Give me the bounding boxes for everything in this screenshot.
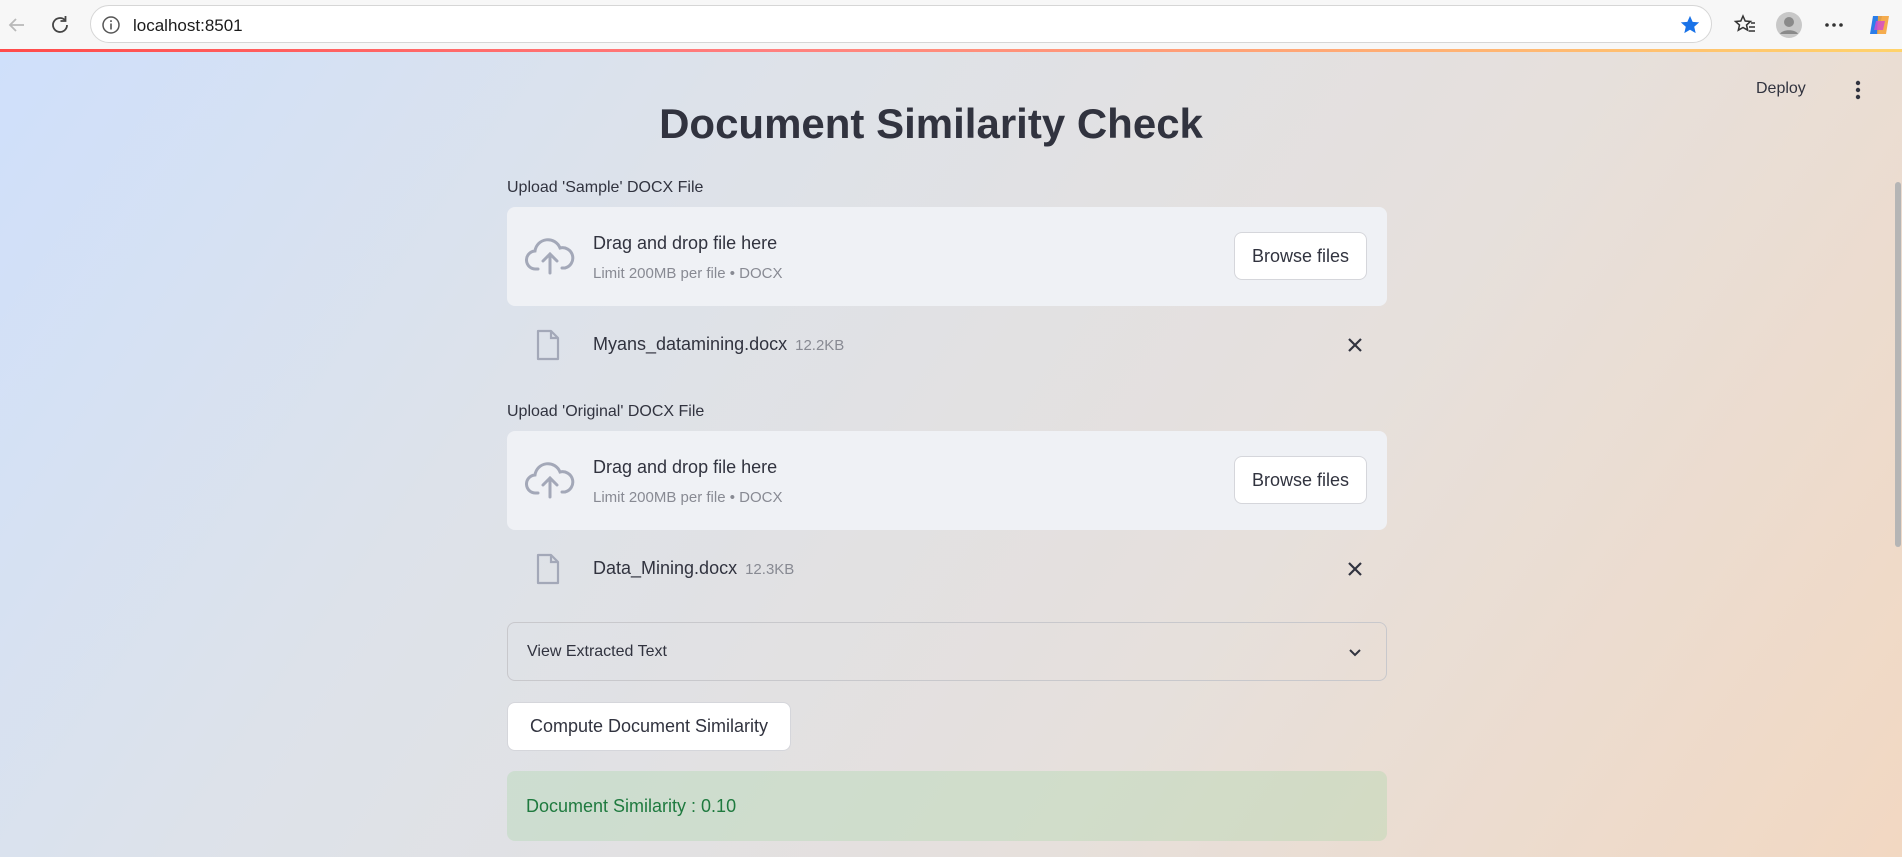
- file-name: Data_Mining.docx: [593, 558, 738, 578]
- original-upload-label: Upload 'Original' DOCX File: [507, 403, 705, 420]
- dropzone-limit: Limit 200MB per file • DOCX: [593, 265, 783, 282]
- profile-icon[interactable]: [1775, 11, 1803, 39]
- cloud-upload-icon: [525, 459, 575, 501]
- scrollbar-thumb[interactable]: [1895, 182, 1901, 547]
- url-text: localhost:8501: [133, 16, 243, 35]
- copilot-icon[interactable]: [1866, 11, 1894, 39]
- dropzone-instructions: Drag and drop file here: [593, 233, 778, 253]
- sample-dropzone[interactable]: Drag and drop file here Limit 200MB per …: [507, 207, 1387, 306]
- main-menu-icon[interactable]: [1848, 78, 1868, 102]
- similarity-result-alert: Document Similarity : 0.10: [507, 771, 1387, 841]
- back-arrow-icon[interactable]: [2, 10, 32, 40]
- file-icon: [535, 329, 561, 361]
- browser-toolbar: localhost:8501: [0, 0, 1902, 51]
- app-view: Deploy Document Similarity Check Upload …: [0, 52, 1902, 857]
- uploaded-file-row: Myans_datamining.docx 12.2KB: [507, 325, 1387, 365]
- file-size: 12.2KB: [795, 337, 845, 354]
- sample-upload-label: Upload 'Sample' DOCX File: [507, 179, 704, 196]
- view-extracted-text-expander[interactable]: View Extracted Text: [507, 622, 1387, 681]
- chevron-down-icon: [1346, 643, 1364, 661]
- cloud-upload-icon: [525, 235, 575, 277]
- close-icon[interactable]: [1345, 559, 1365, 579]
- deploy-button[interactable]: Deploy: [1756, 80, 1806, 98]
- uploaded-file-row: Data_Mining.docx 12.3KB: [507, 549, 1387, 589]
- original-dropzone[interactable]: Drag and drop file here Limit 200MB per …: [507, 431, 1387, 530]
- browse-files-button[interactable]: Browse files: [1234, 456, 1367, 504]
- file-name: Myans_datamining.docx: [593, 334, 788, 354]
- more-icon[interactable]: [1820, 11, 1848, 39]
- file-name-row: Data_Mining.docx 12.3KB: [593, 558, 794, 579]
- file-name-row: Myans_datamining.docx 12.2KB: [593, 334, 844, 355]
- dropzone-limit: Limit 200MB per file • DOCX: [593, 489, 783, 506]
- page-title-text: Document Similarity Check: [659, 100, 1203, 147]
- dropzone-instructions: Drag and drop file here: [593, 457, 778, 477]
- file-icon: [535, 553, 561, 585]
- close-icon[interactable]: [1345, 335, 1365, 355]
- page-title: Document Similarity Check: [0, 100, 1862, 148]
- reload-icon[interactable]: [45, 10, 75, 40]
- favorites-icon[interactable]: [1731, 11, 1759, 39]
- similarity-result-text: Document Similarity : 0.10: [526, 796, 737, 816]
- scrollbar[interactable]: [1894, 52, 1902, 857]
- address-bar[interactable]: localhost:8501: [90, 5, 1712, 43]
- expander-label: View Extracted Text: [527, 643, 667, 660]
- star-icon[interactable]: [1679, 14, 1701, 36]
- compute-similarity-button[interactable]: Compute Document Similarity: [507, 702, 791, 751]
- browse-files-button[interactable]: Browse files: [1234, 232, 1367, 280]
- file-size: 12.3KB: [745, 561, 795, 578]
- info-icon[interactable]: [101, 15, 121, 35]
